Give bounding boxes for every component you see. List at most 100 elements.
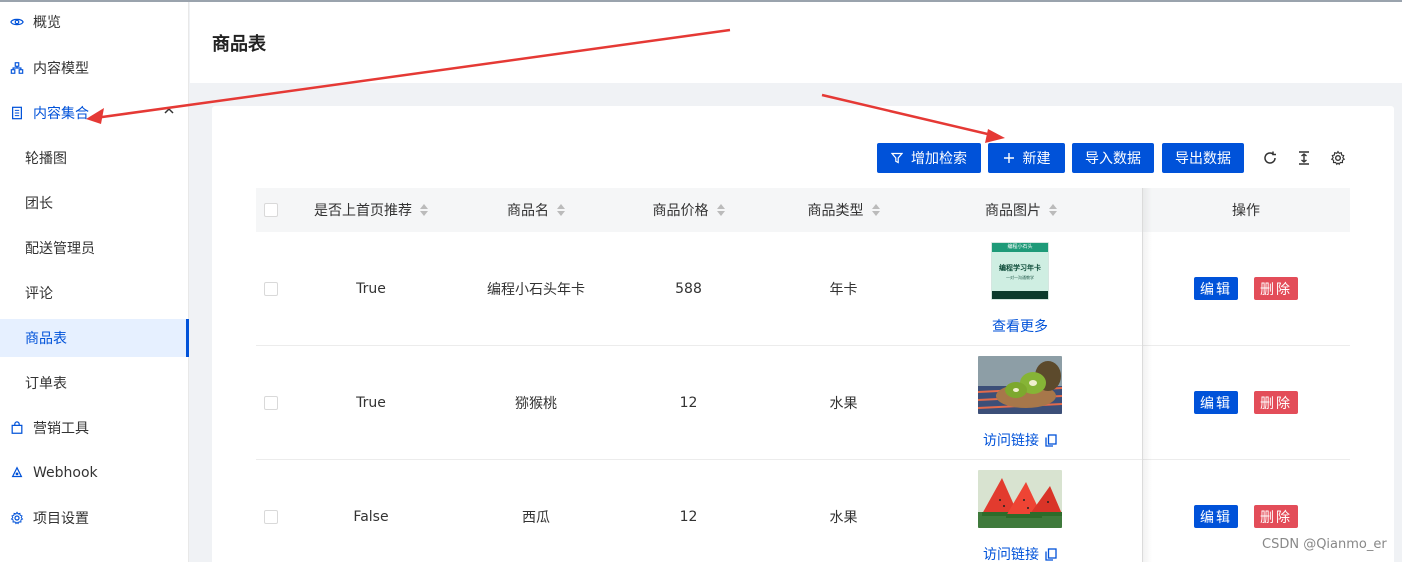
- view-more-label: 查看更多: [992, 319, 1048, 335]
- density-icon[interactable]: [1295, 149, 1313, 167]
- page-title: 商品表: [212, 34, 266, 55]
- cell-type: 水果: [829, 396, 858, 412]
- cell-image: 编程小石头 编程学习年卡 一对一沟通教学 查看更多: [970, 242, 1070, 336]
- sidebar-item-label: 项目设置: [33, 511, 89, 527]
- export-label: 导出数据: [1175, 151, 1231, 167]
- edit-button[interactable]: 编辑: [1194, 391, 1238, 414]
- sidebar-item-marketing[interactable]: 营销工具: [0, 408, 189, 448]
- edit-button[interactable]: 编辑: [1194, 277, 1238, 300]
- sidebar-subitem-products[interactable]: 商品表: [0, 319, 189, 357]
- cell-name: 编程小石头年卡: [487, 282, 585, 298]
- cell-recommend: True: [356, 281, 386, 297]
- row-checkbox[interactable]: [264, 282, 278, 296]
- column-header-recommend[interactable]: 是否上首页推荐: [296, 188, 446, 232]
- row-checkbox[interactable]: [264, 396, 278, 410]
- cell-type: 水果: [829, 510, 858, 526]
- table-row: True 猕猴桃 12 水果 访问链接 编辑 删除: [256, 346, 1350, 460]
- column-header-label: 商品类型: [807, 203, 864, 219]
- import-button[interactable]: 导入数据: [1072, 143, 1154, 173]
- column-header-name[interactable]: 商品名: [466, 188, 606, 232]
- watermark: CSDN @Qianmo_er: [1262, 537, 1387, 552]
- fixed-column-shadow: [1142, 188, 1152, 562]
- bag-icon: [9, 420, 25, 436]
- cell-recommend: False: [353, 509, 389, 525]
- table-header: 是否上首页推荐 商品名 商品价格 商品类型 商品图片 操作: [256, 188, 1350, 232]
- cell-price: 588: [675, 281, 702, 297]
- sidebar-subitem-carousel[interactable]: 轮播图: [0, 139, 189, 177]
- sidebar-subitem-label: 商品表: [25, 331, 67, 347]
- sidebar-subitem-delivery-admin[interactable]: 配送管理员: [0, 229, 189, 267]
- gear-icon: [9, 510, 25, 526]
- chevron-up-icon[interactable]: [163, 105, 175, 117]
- table-row: True 编程小石头年卡 588 年卡 编程小石头 编程学习年卡 一对一沟通教学…: [256, 232, 1350, 346]
- new-button[interactable]: 新建: [988, 143, 1065, 173]
- edit-button[interactable]: 编辑: [1194, 505, 1238, 528]
- sidebar-subitem-leader[interactable]: 团长: [0, 184, 189, 222]
- sidebar-item-label: 内容集合: [33, 106, 89, 122]
- cell-name: 西瓜: [522, 510, 550, 526]
- cell-price: 12: [679, 509, 698, 525]
- kiwi-image[interactable]: [978, 356, 1062, 414]
- sidebar-item-content-model[interactable]: 内容模型: [0, 48, 189, 88]
- sidebar-subitem-comments[interactable]: 评论: [0, 274, 189, 312]
- sidebar-item-webhook[interactable]: Webhook: [0, 453, 189, 493]
- sidebar-item-overview[interactable]: 概览: [0, 2, 189, 42]
- sidebar-item-label: 概览: [33, 15, 61, 31]
- sidebar-item-label: 营销工具: [33, 421, 89, 437]
- column-header-actions: 操作: [1196, 188, 1296, 232]
- document-icon: [9, 105, 25, 121]
- sort-icon[interactable]: [1049, 204, 1057, 216]
- delete-button[interactable]: 删除: [1254, 391, 1298, 414]
- hierarchy-icon: [9, 60, 25, 76]
- watermelon-image[interactable]: [978, 470, 1062, 528]
- cell-price: 12: [679, 395, 698, 411]
- sidebar-subitem-label: 评论: [25, 286, 53, 302]
- sidebar-item-label: Webhook: [33, 465, 98, 481]
- visit-link[interactable]: 访问链接: [983, 430, 1057, 450]
- select-all-checkbox[interactable]: [264, 203, 278, 217]
- cell-name: 猕猴桃: [515, 396, 557, 412]
- sidebar: 概览 内容模型 内容集合 轮播图 团长 配送管理员 评论 商品表 订单表 营销工…: [0, 2, 189, 562]
- delete-button[interactable]: 删除: [1254, 277, 1298, 300]
- delete-button[interactable]: 删除: [1254, 505, 1298, 528]
- visit-link-label: 访问链接: [983, 433, 1039, 449]
- image-sub-text: 一对一沟通教学: [1006, 274, 1034, 280]
- row-checkbox[interactable]: [264, 510, 278, 524]
- sort-icon[interactable]: [557, 204, 565, 216]
- cell-type: 年卡: [829, 282, 858, 298]
- column-header-label: 商品名: [507, 203, 549, 219]
- add-filter-button[interactable]: 增加检索: [877, 143, 981, 173]
- settings-icon[interactable]: [1329, 149, 1347, 167]
- sort-icon[interactable]: [420, 204, 428, 216]
- visit-link[interactable]: 访问链接: [983, 544, 1057, 562]
- content-card: 增加检索 新建 导入数据 导出数据 是否上首页推荐 商品名 商品价格 商品类型 …: [212, 106, 1394, 562]
- image-top-text: 编程小石头: [992, 243, 1048, 252]
- column-header-image[interactable]: 商品图片: [966, 188, 1076, 232]
- column-header-label: 操作: [1232, 203, 1260, 219]
- page-header: 商品表: [190, 2, 1402, 83]
- column-header-price[interactable]: 商品价格: [626, 188, 751, 232]
- column-header-label: 是否上首页推荐: [314, 203, 412, 219]
- add-filter-label: 增加检索: [911, 151, 967, 167]
- image-title-text: 编程学习年卡: [999, 263, 1041, 272]
- sidebar-item-content-collection[interactable]: 内容集合: [0, 93, 189, 133]
- sort-icon[interactable]: [716, 204, 725, 216]
- copy-icon[interactable]: [1045, 547, 1057, 561]
- sidebar-subitem-label: 团长: [25, 196, 53, 212]
- sort-icon[interactable]: [871, 204, 880, 216]
- refresh-icon[interactable]: [1261, 149, 1279, 167]
- view-more-link[interactable]: 查看更多: [992, 316, 1048, 336]
- column-header-label: 商品图片: [985, 203, 1041, 219]
- sidebar-subitem-label: 配送管理员: [25, 241, 95, 257]
- sidebar-item-settings[interactable]: 项目设置: [0, 498, 189, 538]
- product-image-card[interactable]: 编程小石头 编程学习年卡 一对一沟通教学: [991, 242, 1049, 300]
- copy-icon[interactable]: [1045, 433, 1057, 447]
- export-button[interactable]: 导出数据: [1162, 143, 1244, 173]
- plus-icon: [1003, 153, 1014, 163]
- new-label: 新建: [1022, 151, 1051, 167]
- cell-image: 访问链接: [970, 470, 1070, 562]
- cell-image: 访问链接: [970, 356, 1070, 450]
- sidebar-subitem-label: 订单表: [25, 376, 67, 392]
- sidebar-subitem-orders[interactable]: 订单表: [0, 364, 189, 402]
- column-header-type[interactable]: 商品类型: [781, 188, 906, 232]
